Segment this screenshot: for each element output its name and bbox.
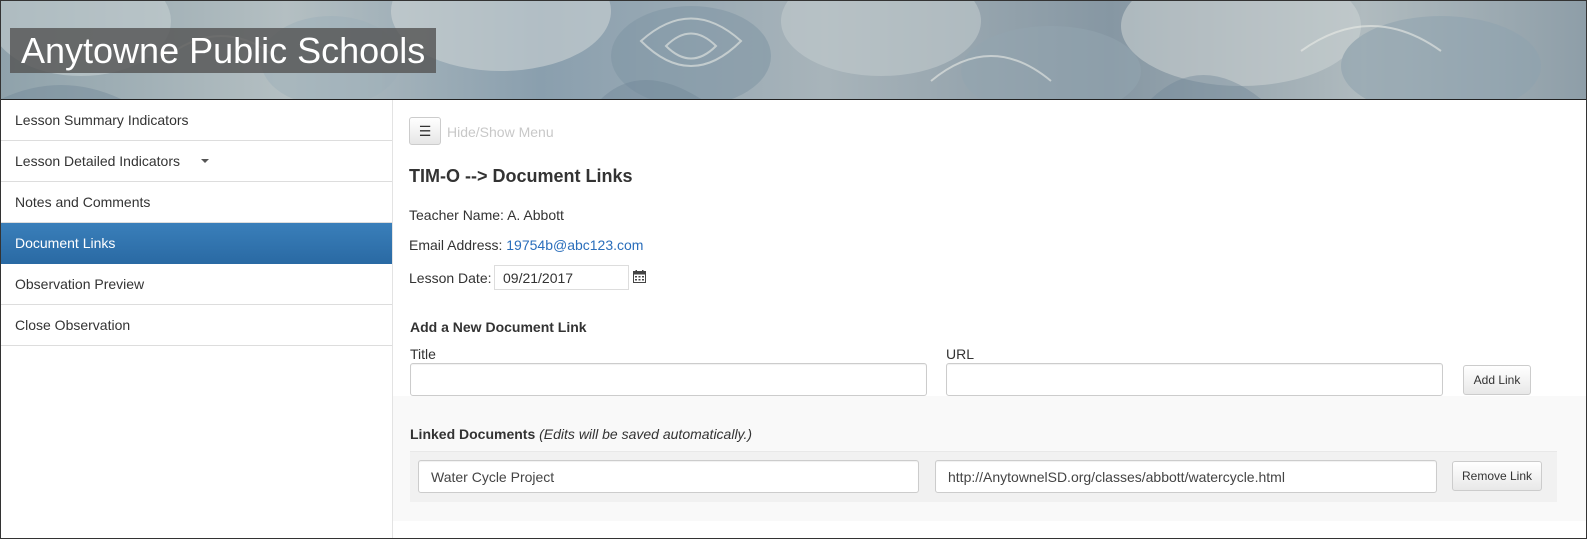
main-content: ☰ Hide/Show Menu TIM-O --> Document Link… [393, 100, 1586, 538]
sidebar-item-notes-and-comments[interactable]: Notes and Comments [1, 182, 392, 223]
app-window: Anytowne Public Schools Lesson Summary I… [0, 0, 1587, 539]
menu-toggle-label: Hide/Show Menu [447, 124, 554, 140]
sidebar-item-lesson-summary-indicators[interactable]: Lesson Summary Indicators [1, 100, 392, 141]
sidebar-item-document-links[interactable]: Document Links [1, 223, 392, 264]
email-line: Email Address: 19754b@abc123.com [409, 237, 643, 253]
calendar-icon[interactable] [633, 270, 646, 283]
sidebar-item-label: Document Links [15, 235, 116, 251]
sidebar-item-label: Lesson Summary Indicators [15, 112, 189, 128]
teacher-name-value: A. Abbott [507, 207, 564, 223]
add-link-button[interactable]: Add Link [1463, 365, 1531, 395]
linked-title-input[interactable] [418, 460, 919, 493]
sidebar-item-label: Observation Preview [15, 276, 145, 292]
sidebar-item-label: Lesson Detailed Indicators [15, 153, 180, 169]
sidebar-item-label: Close Observation [15, 317, 131, 333]
teacher-name-line: Teacher Name: A. Abbott [409, 207, 564, 223]
sidebar-item-label: Notes and Comments [15, 194, 151, 210]
hamburger-icon: ☰ [418, 123, 432, 139]
site-title: Anytowne Public Schools [10, 28, 437, 73]
title-input[interactable] [410, 363, 927, 396]
url-input[interactable] [946, 363, 1443, 396]
teacher-name-label: Teacher Name: [409, 207, 504, 223]
remove-link-button[interactable]: Remove Link [1452, 461, 1542, 491]
title-field-label: Title [410, 346, 436, 362]
email-link[interactable]: 19754b@abc123.com [506, 237, 643, 253]
linked-documents-heading: Linked Documents (Edits will be saved au… [410, 426, 752, 442]
email-label: Email Address: [409, 237, 503, 253]
lesson-date-input[interactable] [494, 265, 629, 290]
lesson-date-label: Lesson Date: [409, 270, 492, 286]
menu-toggle-button[interactable]: ☰ [409, 117, 441, 145]
sidebar-nav: Lesson Summary Indicators Lesson Detaile… [1, 100, 393, 346]
caret-down-icon [201, 159, 209, 163]
autosave-hint: (Edits will be saved automatically.) [539, 426, 753, 442]
linked-url-input[interactable] [935, 460, 1437, 493]
page-title: TIM-O --> Document Links [409, 166, 633, 186]
sidebar-item-lesson-detailed-indicators[interactable]: Lesson Detailed Indicators [1, 141, 392, 182]
header-banner: Anytowne Public Schools [1, 1, 1586, 100]
linked-documents-title: Linked Documents [410, 426, 536, 442]
sidebar-item-observation-preview[interactable]: Observation Preview [1, 264, 392, 305]
add-link-heading: Add a New Document Link [410, 319, 587, 335]
url-field-label: URL [946, 346, 975, 362]
sidebar-item-close-observation[interactable]: Close Observation [1, 305, 392, 346]
